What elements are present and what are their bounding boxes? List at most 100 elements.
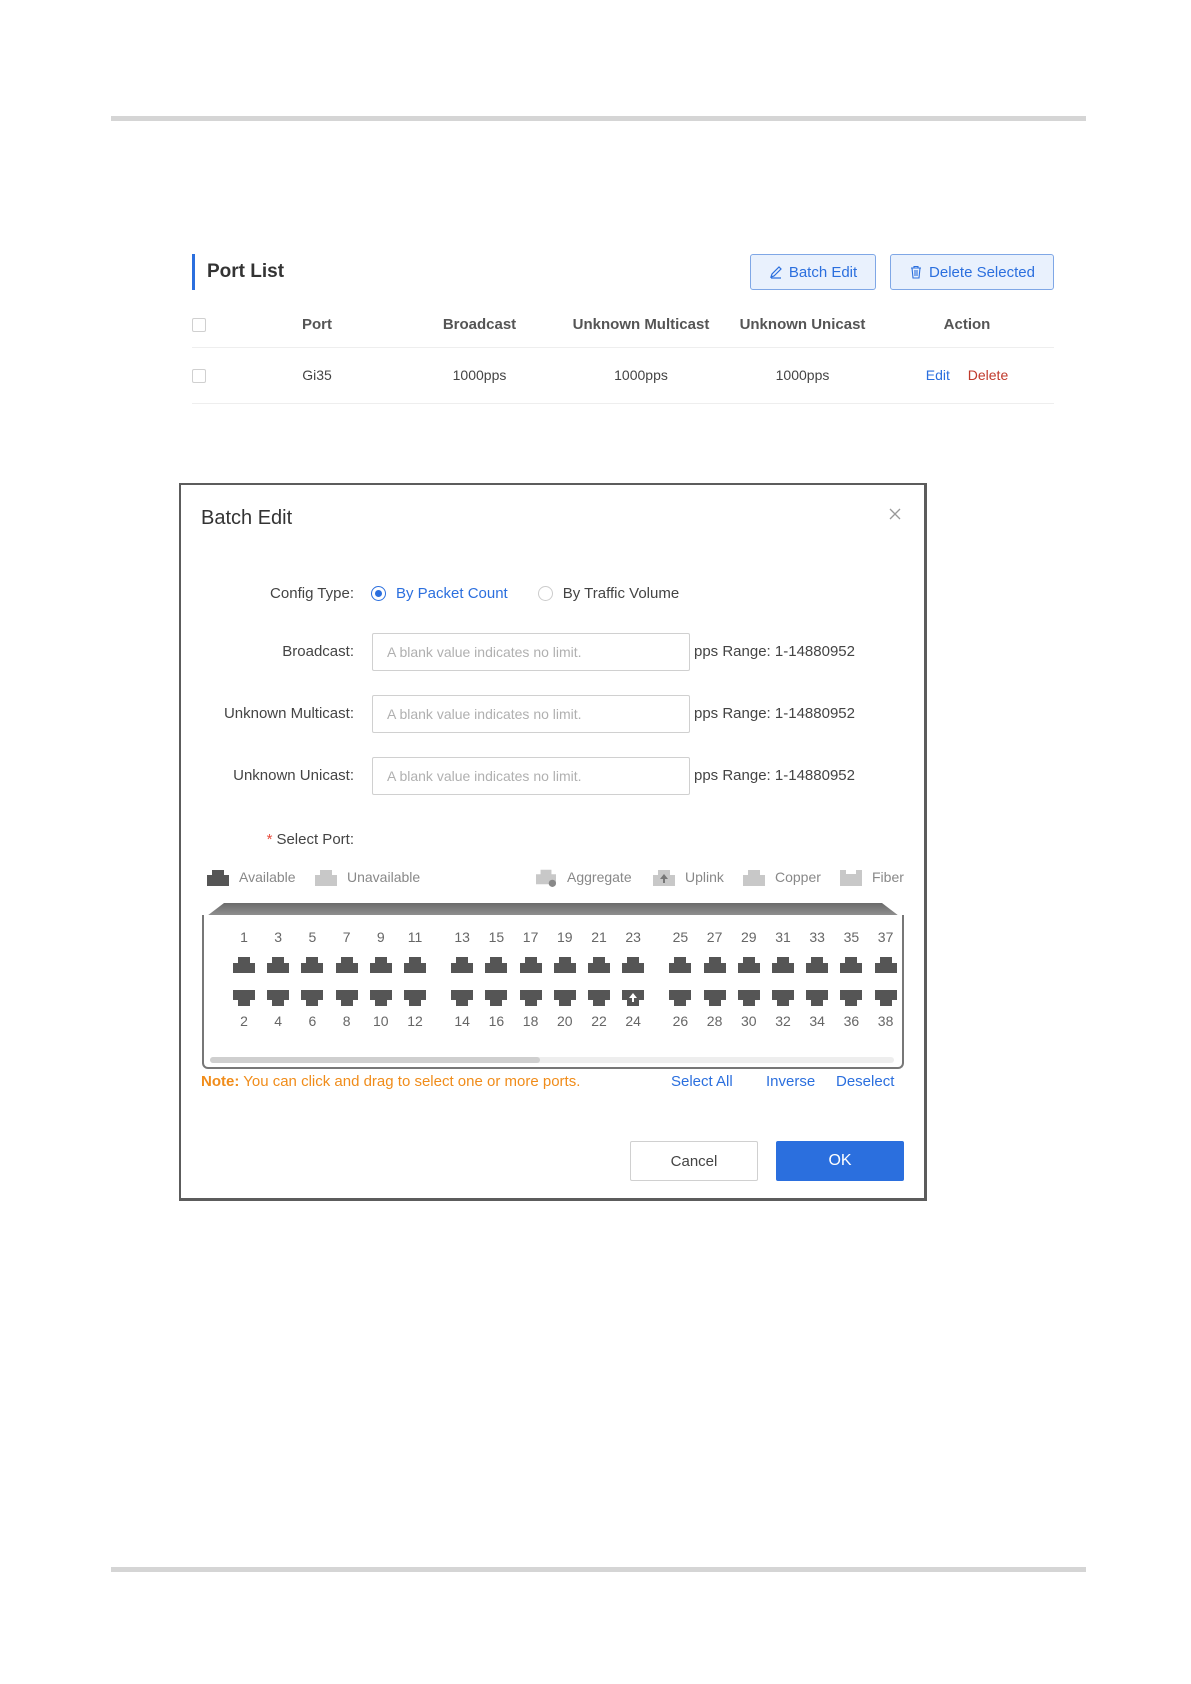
port-33-icon[interactable] [805,955,829,973]
unknown-multicast-label: Unknown Multicast: [223,705,354,722]
column-header-port: Port [232,302,402,348]
unknown-unicast-input[interactable] [372,757,690,795]
port-17-icon[interactable] [519,955,543,973]
unknown-multicast-input[interactable] [372,695,690,733]
port-30-icon[interactable] [737,990,761,1008]
cell-unknown-unicast: 1000pps [725,347,880,404]
port-number-label: 8 [342,1013,351,1029]
config-type-radio-group: By Packet Count By Traffic Volume [371,585,679,602]
port-31-icon[interactable] [771,955,795,973]
port-number-label: 5 [308,929,317,945]
port-24-icon[interactable] [621,990,645,1008]
page-bottom-rule [111,1567,1086,1572]
deselect-link[interactable]: Deselect [836,1073,894,1090]
select-port-label: Select Port: [276,831,354,848]
broadcast-range: pps Range: 1-14880952 [694,643,855,660]
port-32-icon[interactable] [771,990,795,1008]
port-35-icon[interactable] [839,955,863,973]
traffic-volume-radio[interactable] [537,586,553,601]
switch-port-panel[interactable]: 1 3 5 7 9 11 13 15 17 19 21 23 25 27 29 31 33 35 37 2 4 6 8 10 1… [202,915,904,1069]
port-37-icon[interactable] [874,955,898,973]
delete-selected-label: Delete Selected [929,263,1035,281]
port-selection-note: Note: You can click and drag to select o… [201,1073,580,1090]
port-number-label: 22 [591,1013,607,1029]
port-23-icon[interactable] [621,955,645,973]
row-delete-link[interactable]: Delete [968,367,1008,383]
port-16-icon[interactable] [484,990,508,1008]
port-number-label: 7 [342,929,351,945]
ok-button[interactable]: OK [776,1141,904,1181]
port-number-label: 32 [775,1013,791,1029]
legend-copper: Copper [741,867,821,887]
traffic-volume-option-label[interactable]: By Traffic Volume [563,585,679,602]
port-5-icon[interactable] [300,955,324,973]
close-icon[interactable] [888,507,902,521]
port-8-icon[interactable] [335,990,359,1008]
cell-action: Edit Delete [880,347,1054,404]
port-list-panel: Port List Batch Edit Delete Selected Por… [192,254,1054,404]
legend-fiber-label: Fiber [872,869,904,885]
delete-selected-button[interactable]: Delete Selected [890,254,1054,290]
packet-count-option-label[interactable]: By Packet Count [396,585,508,602]
port-20-icon[interactable] [553,990,577,1008]
port-10-icon[interactable] [369,990,393,1008]
port-6-icon[interactable] [300,990,324,1008]
port-panel-scroll-thumb[interactable] [210,1057,540,1063]
port-2-icon[interactable] [232,990,256,1008]
select-all-link[interactable]: Select All [671,1073,733,1090]
port-36-icon[interactable] [839,990,863,1008]
row-edit-link[interactable]: Edit [926,367,950,383]
port-number-label: 20 [557,1013,573,1029]
port-3-icon[interactable] [266,955,290,973]
port-available-icon [207,870,229,886]
port-34-icon[interactable] [805,990,829,1008]
port-1-icon[interactable] [232,955,256,973]
port-number-label: 9 [376,929,385,945]
row-checkbox[interactable] [192,369,206,384]
port-14-icon[interactable] [450,990,474,1008]
port-26-icon[interactable] [668,990,692,1008]
port-21-icon[interactable] [587,955,611,973]
port-number-label: 28 [706,1013,723,1029]
select-all-checkbox[interactable] [192,317,206,332]
port-12-icon[interactable] [403,990,427,1008]
port-number-label: 16 [488,1013,505,1029]
legend-aggregate-label: Aggregate [567,869,632,885]
port-7-icon[interactable] [335,955,359,973]
port-28-icon[interactable] [703,990,727,1008]
port-number-label: 4 [274,1013,283,1029]
port-9-icon[interactable] [369,955,393,973]
port-number-label: 3 [274,929,283,945]
port-19-icon[interactable] [553,955,577,973]
port-25-icon[interactable] [668,955,692,973]
batch-edit-dialog: Batch Edit Config Type: By Packet Count … [179,483,927,1201]
port-number-label: 6 [308,1013,317,1029]
port-27-icon[interactable] [703,955,727,973]
table-header-row: Port Broadcast Unknown Multicast Unknown… [192,302,1054,348]
batch-edit-button[interactable]: Batch Edit [750,254,876,290]
port-4-icon[interactable] [266,990,290,1008]
trash-icon [911,265,922,279]
port-uplink-icon [653,870,675,886]
column-header-action: Action [880,302,1054,348]
port-number-label: 25 [672,929,689,945]
note-text: You can click and drag to select one or … [243,1073,581,1090]
port-number-label: 19 [557,929,573,945]
cancel-button[interactable]: Cancel [630,1141,758,1181]
port-number-label: 17 [522,929,539,945]
port-18-icon[interactable] [519,990,543,1008]
port-13-icon[interactable] [450,955,474,973]
port-11-icon[interactable] [403,955,427,973]
port-number-label: 37 [877,929,894,945]
port-number-label: 26 [672,1013,689,1029]
port-29-icon[interactable] [737,955,761,973]
port-22-icon[interactable] [587,990,611,1008]
legend-available: Available [205,867,296,887]
port-38-icon[interactable] [874,990,898,1008]
broadcast-input[interactable] [372,633,690,671]
inverse-link[interactable]: Inverse [766,1073,815,1090]
packet-count-radio[interactable] [371,586,386,601]
port-fiber-icon [840,870,862,886]
port-15-icon[interactable] [484,955,508,973]
port-panel-scrollbar[interactable] [210,1057,894,1063]
